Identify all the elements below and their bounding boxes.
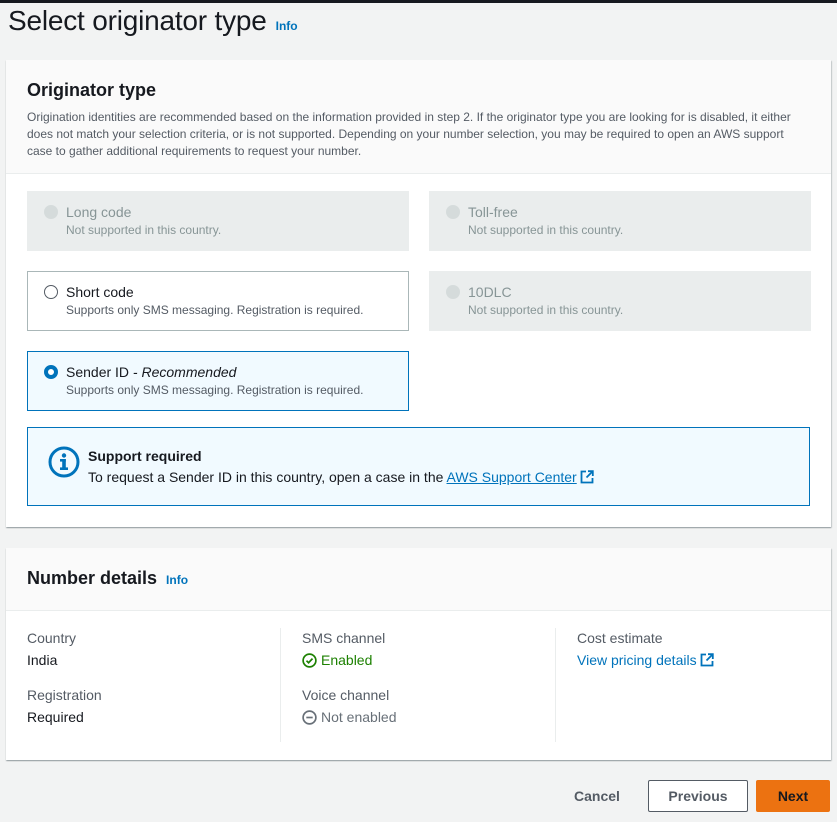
aws-support-center-link[interactable]: AWS Support Center (447, 469, 577, 485)
check-circle-icon (302, 653, 317, 668)
voice-channel-field: Voice channel Not enabled (302, 687, 555, 725)
originator-type-description: Origination identities are recommended b… (27, 110, 791, 158)
option-description: Not supported in this country. (66, 223, 222, 237)
support-required-alert: Support required To request a Sender ID … (27, 427, 810, 506)
alert-title: Support required (88, 448, 202, 464)
previous-button[interactable]: Previous (648, 780, 748, 812)
option-label-text: Sender ID (66, 364, 130, 380)
radio-toll-free (446, 205, 460, 219)
option-short-code[interactable]: Short code Supports only SMS messaging. … (27, 271, 409, 331)
alert-message: To request a Sender ID in this country, … (88, 469, 447, 485)
sms-channel-field: SMS channel Enabled (302, 630, 555, 668)
info-icon (48, 446, 80, 478)
cost-estimate-label: Cost estimate (577, 630, 663, 646)
originator-type-title: Originator type (27, 80, 157, 100)
radio-short-code[interactable] (44, 285, 58, 299)
minus-circle-icon (302, 710, 317, 725)
alert-text: To request a Sender ID in this country, … (88, 469, 809, 485)
registration-field: Registration Required (27, 687, 280, 725)
voice-channel-status: Not enabled (302, 709, 555, 725)
voice-channel-label: Voice channel (302, 687, 390, 703)
radio-10dlc (446, 285, 460, 299)
registration-value: Required (27, 709, 84, 725)
details-column-2: SMS channel Enabled Voice channel Not en… (281, 628, 556, 742)
option-description: Supports only SMS messaging. Registratio… (66, 383, 364, 397)
option-label: Toll-free (468, 204, 518, 220)
recommended-tag: - Recommended (129, 364, 237, 380)
option-sender-id[interactable]: Sender ID - Recommended Supports only SM… (27, 351, 409, 411)
sms-channel-status: Enabled (302, 652, 555, 668)
option-description: Not supported in this country. (468, 303, 624, 317)
cancel-button[interactable]: Cancel (560, 780, 634, 812)
sms-channel-value: Enabled (321, 652, 373, 668)
cost-estimate-field: Cost estimate View pricing details (577, 630, 831, 668)
details-column-3: Cost estimate View pricing details (556, 628, 831, 758)
country-field: Country India (27, 630, 280, 668)
next-button[interactable]: Next (756, 780, 830, 812)
number-details-panel: Number details Info Country India Regist… (6, 548, 831, 760)
cost-estimate-value: View pricing details (577, 652, 831, 668)
number-details-title: Number details (27, 568, 158, 588)
radio-sender-id[interactable] (44, 365, 58, 379)
external-link-icon[interactable] (580, 470, 594, 484)
country-value: India (27, 652, 58, 668)
page-header: Select originator type Info (8, 5, 298, 37)
details-column-1: Country India Registration Required (6, 628, 281, 742)
registration-label: Registration (27, 687, 102, 703)
country-label: Country (27, 630, 77, 646)
view-pricing-details-link[interactable]: View pricing details (577, 652, 697, 668)
sms-channel-label: SMS channel (302, 630, 386, 646)
option-long-code: Long code Not supported in this country. (27, 191, 409, 251)
external-link-icon[interactable] (700, 653, 714, 667)
option-label: Sender ID - Recommended (66, 364, 408, 380)
originator-type-header: Originator type Origination identities a… (6, 60, 831, 174)
page-info-link[interactable]: Info (276, 19, 298, 33)
radio-long-code (44, 205, 58, 219)
voice-channel-value: Not enabled (321, 709, 397, 725)
option-label: 10DLC (468, 284, 512, 300)
option-10dlc: 10DLC Not supported in this country. (429, 271, 811, 331)
number-details-header: Number details Info (6, 548, 831, 611)
page-title: Select originator type (8, 5, 267, 36)
originator-type-panel: Originator type Origination identities a… (6, 60, 831, 527)
option-label: Short code (66, 284, 134, 300)
option-toll-free: Toll-free Not supported in this country. (429, 191, 811, 251)
number-details-info-link[interactable]: Info (166, 573, 188, 587)
option-description: Not supported in this country. (468, 223, 624, 237)
option-description: Supports only SMS messaging. Registratio… (66, 303, 364, 317)
option-label: Long code (66, 204, 132, 220)
